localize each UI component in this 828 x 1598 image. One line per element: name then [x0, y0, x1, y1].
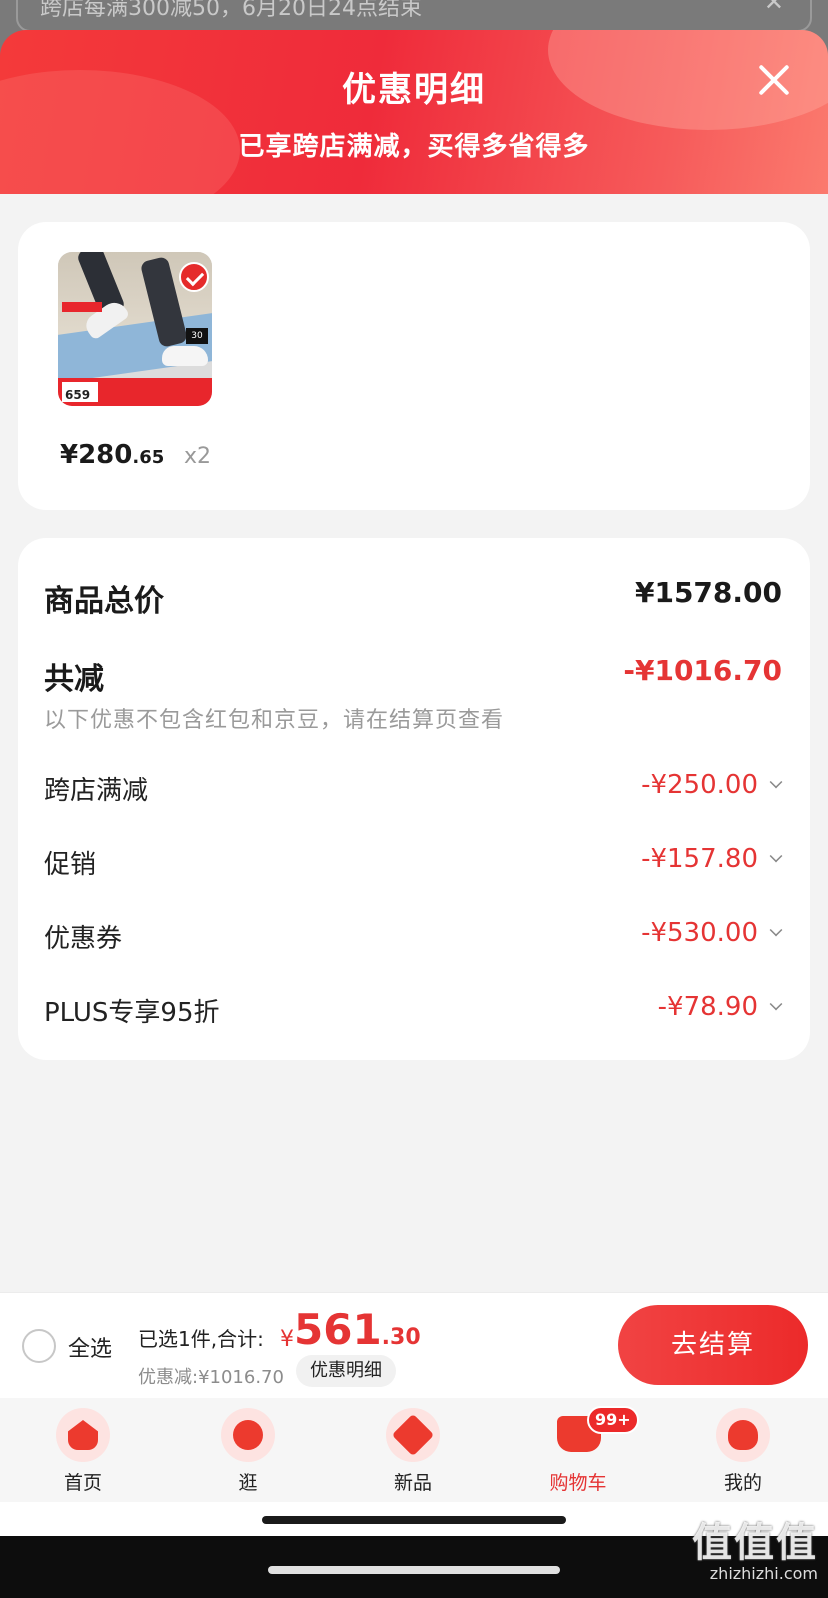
sheet-subtitle: 已享跨店满减，买得多省得多 — [238, 132, 590, 162]
tab-label: 我的 — [723, 1472, 762, 1494]
browse-icon — [221, 1408, 275, 1462]
selected-check-icon[interactable] — [179, 262, 209, 292]
thumbnail-tag: 30 — [186, 328, 208, 344]
sheet-title: 优惠明细 — [342, 70, 486, 110]
tab-label: 首页 — [63, 1472, 102, 1494]
watermark-site: zhizhizhi.com — [709, 1564, 818, 1583]
tab-label: 购物车 — [549, 1472, 607, 1494]
select-all-label[interactable]: 全选 — [68, 1331, 112, 1363]
product-quantity: x2 — [184, 444, 212, 469]
discount-label: 跨店满减 — [44, 776, 149, 806]
discount-label: 促销 — [44, 850, 97, 880]
product-price-int: ¥280 — [60, 440, 133, 470]
tab-label: 逛 — [238, 1472, 258, 1494]
cart-badge: 99+ — [587, 1406, 639, 1434]
tab-browse[interactable]: 逛 — [198, 1408, 298, 1495]
checkout-bar: 全选 已选1件,合计: ¥ 561.30 优惠减:¥1016.70 优惠明细 去… — [0, 1292, 828, 1398]
profile-icon — [716, 1408, 770, 1462]
thumbnail-price: 659 — [62, 382, 98, 402]
product-card: 30 659 ¥280.65 x2 — [18, 222, 810, 510]
checkout-total-dec: .30 — [381, 1325, 421, 1350]
discount-value: -¥78.90 — [657, 992, 758, 1022]
home-indicator[interactable] — [262, 1516, 566, 1524]
select-all-radio[interactable] — [22, 1329, 56, 1363]
new-products-icon — [386, 1408, 440, 1462]
tab-new-products[interactable]: 新品 — [363, 1408, 463, 1495]
checkout-total: 561.30 — [294, 1305, 421, 1354]
discount-label: 优惠券 — [44, 924, 123, 954]
tab-label: 新品 — [393, 1472, 432, 1494]
checkout-discount: 优惠减:¥1016.70 — [138, 1367, 284, 1388]
discount-label: PLUS专享95折 — [44, 998, 220, 1028]
discount-note: 以下优惠不包含红包和京豆，请在结算页查看 — [44, 708, 505, 733]
cart-icon: 99+ — [551, 1406, 639, 1462]
tab-profile[interactable]: 我的 — [693, 1408, 793, 1495]
price-summary-card: 商品总价 ¥1578.00 共减 -¥1016.70 以下优惠不包含红包和京豆，… — [18, 538, 810, 1060]
close-icon[interactable] — [754, 60, 794, 100]
discount-value: -¥157.80 — [641, 844, 758, 874]
total-value: ¥1578.00 — [634, 576, 782, 609]
tab-home[interactable]: 首页 — [33, 1408, 133, 1495]
chevron-down-icon — [769, 775, 783, 789]
background-close-icon: ✕ — [763, 0, 784, 16]
selected-info: 已选1件,合计: — [138, 1327, 264, 1351]
product-price: ¥280.65 — [60, 440, 164, 470]
total-label: 商品总价 — [44, 584, 164, 619]
checkout-button[interactable]: 去结算 — [618, 1305, 808, 1385]
home-icon — [56, 1408, 110, 1462]
reduce-label: 共减 — [44, 662, 104, 697]
discount-value: -¥530.00 — [641, 918, 758, 948]
discount-detail-button[interactable]: 优惠明细 — [296, 1355, 396, 1387]
product-price-dec: .65 — [132, 447, 165, 468]
background-banner-text: 跨店每满300减50，6月20日24点结束 — [40, 0, 422, 21]
checkout-total-int: 561 — [294, 1305, 382, 1354]
bottom-tab-bar: 首页 逛 新品 99+ 购物车 我的 — [0, 1398, 828, 1502]
discount-detail-header: 优惠明细 已享跨店满减，买得多省得多 — [0, 30, 828, 194]
watermark-logo: 值值值 — [692, 1520, 818, 1566]
tab-cart[interactable]: 99+ 购物车 — [528, 1406, 639, 1495]
chevron-down-icon — [769, 997, 783, 1011]
total-currency: ¥ — [280, 1327, 294, 1352]
system-home-indicator[interactable] — [268, 1566, 560, 1574]
chevron-down-icon — [769, 923, 783, 937]
reduce-value: -¥1016.70 — [623, 654, 782, 687]
chevron-down-icon — [769, 849, 783, 863]
watermark: 值值值 zhizhizhi.com — [692, 1510, 818, 1583]
discount-value: -¥250.00 — [641, 770, 758, 800]
